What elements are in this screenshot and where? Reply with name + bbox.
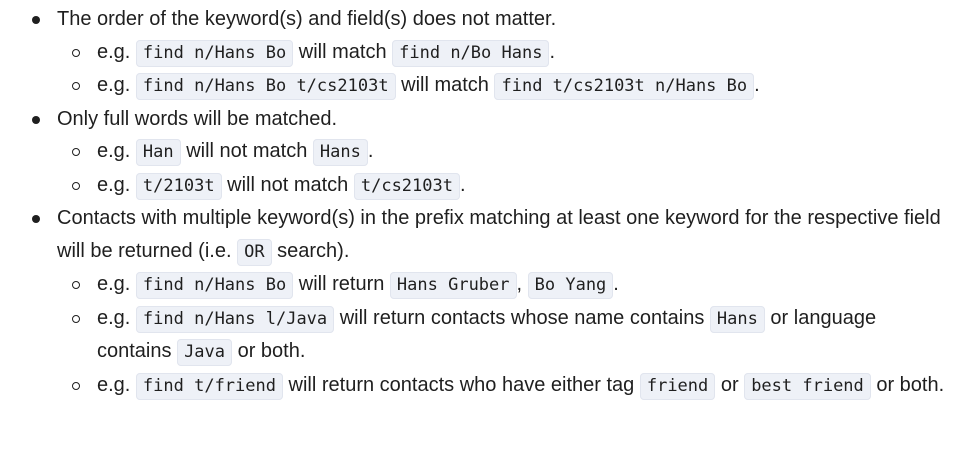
list-item: Contacts with multiple keyword(s) in the… bbox=[0, 202, 955, 402]
code-snippet: Hans bbox=[312, 139, 368, 166]
code-snippet: find n/Hans l/Java bbox=[135, 305, 335, 333]
example-prefix: e.g. bbox=[97, 140, 131, 162]
example-text: . bbox=[459, 173, 466, 196]
code-snippet: Java bbox=[177, 339, 233, 366]
note-text: Contacts with multiple keyword(s) in the… bbox=[57, 207, 941, 262]
code-snippet: t/cs2103t bbox=[353, 172, 460, 200]
example-prefix: e.g. bbox=[97, 373, 131, 396]
code-snippet: find t/cs2103t n/Hans Bo bbox=[494, 73, 755, 100]
example-prefix: e.g. bbox=[97, 306, 131, 329]
note-text: Only full words will be matched. bbox=[57, 107, 338, 130]
notes-list: The order of the keyword(s) and field(s)… bbox=[0, 3, 955, 402]
example-text: will return bbox=[298, 273, 385, 295]
code-snippet: find n/Bo Hans bbox=[392, 39, 550, 67]
example-text: will not match bbox=[227, 173, 349, 196]
code-snippet: OR bbox=[237, 238, 272, 266]
example-item: e.g. t/2103t will not match t/cs2103t. bbox=[57, 169, 955, 203]
code-snippet: Han bbox=[135, 139, 181, 166]
example-text: or both. bbox=[237, 340, 306, 362]
example-prefix: e.g. bbox=[97, 273, 131, 295]
note-text: The order of the keyword(s) and field(s)… bbox=[57, 8, 557, 30]
example-item: e.g. Han will not match Hans. bbox=[57, 135, 955, 169]
example-list: e.g. Han will not match Hans. e.g. t/210… bbox=[57, 135, 955, 202]
example-prefix: e.g. bbox=[97, 40, 131, 63]
example-text: . bbox=[613, 273, 619, 295]
code-snippet: find n/Hans Bo t/cs2103t bbox=[135, 73, 396, 100]
example-text: will match bbox=[298, 40, 387, 63]
example-item: e.g. find t/friend will return contacts … bbox=[57, 369, 955, 403]
list-item: Only full words will be matched. e.g. Ha… bbox=[0, 103, 955, 203]
code-snippet: best friend bbox=[744, 372, 871, 400]
example-item: e.g. find n/Hans Bo will return Hans Gru… bbox=[57, 268, 955, 302]
example-text: will return contacts who have either tag bbox=[288, 373, 635, 396]
example-item: e.g. find n/Hans Bo t/cs2103t will match… bbox=[57, 69, 955, 103]
example-text: . bbox=[549, 40, 555, 63]
example-text: will return contacts whose name contains bbox=[339, 306, 705, 329]
example-prefix: e.g. bbox=[97, 74, 131, 96]
code-snippet: t/2103t bbox=[135, 172, 222, 200]
example-text: or bbox=[720, 373, 739, 396]
example-list: e.g. find n/Hans Bo will match find n/Bo… bbox=[57, 36, 955, 103]
example-list: e.g. find n/Hans Bo will return Hans Gru… bbox=[57, 268, 955, 402]
code-snippet: find n/Hans Bo bbox=[135, 39, 294, 67]
code-snippet: Bo Yang bbox=[527, 272, 614, 299]
example-prefix: e.g. bbox=[97, 173, 131, 196]
code-snippet: Hans Gruber bbox=[389, 272, 517, 299]
note-text: search). bbox=[277, 239, 350, 262]
code-snippet: friend bbox=[639, 372, 716, 400]
code-snippet: find t/friend bbox=[135, 372, 283, 400]
example-item: e.g. find n/Hans l/Java will return cont… bbox=[57, 302, 955, 369]
find-command-notes: The order of the keyword(s) and field(s)… bbox=[0, 0, 955, 402]
list-item: The order of the keyword(s) and field(s)… bbox=[0, 3, 955, 103]
example-item: e.g. find n/Hans Bo will match find n/Bo… bbox=[57, 36, 955, 70]
example-text: or both. bbox=[876, 373, 945, 396]
code-snippet: Hans bbox=[709, 305, 765, 333]
code-snippet: find n/Hans Bo bbox=[135, 272, 294, 299]
example-text: . bbox=[367, 140, 374, 162]
example-text: . bbox=[754, 74, 760, 96]
example-text: will not match bbox=[186, 140, 308, 162]
example-text: , bbox=[516, 273, 523, 295]
example-text: will match bbox=[401, 74, 489, 96]
